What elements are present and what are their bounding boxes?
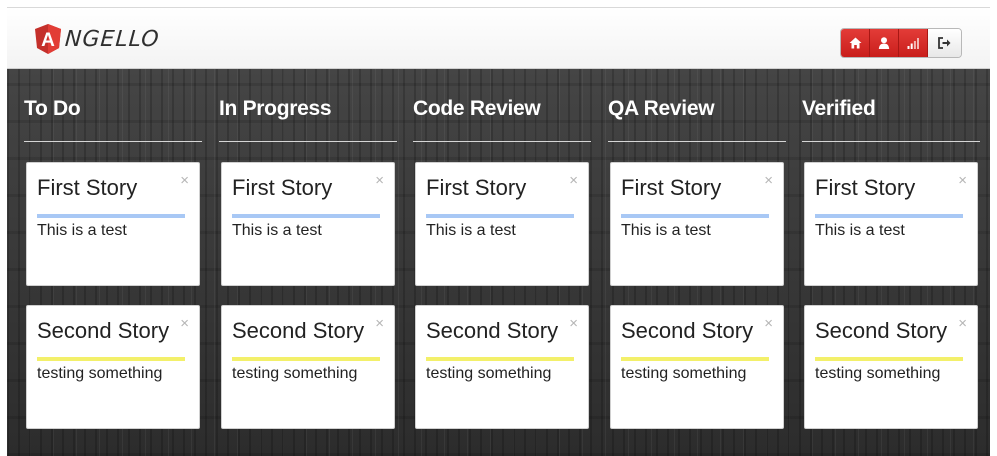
story-description: testing something	[621, 365, 747, 382]
column-divider	[802, 141, 980, 142]
logout-button[interactable]	[928, 29, 961, 57]
story-status-bar	[426, 357, 574, 361]
story-card[interactable]: First Story × This is a test	[610, 162, 784, 286]
angular-shield-icon: A	[34, 23, 62, 55]
story-card[interactable]: First Story × This is a test	[221, 162, 395, 286]
story-title: First Story	[37, 175, 138, 200]
home-button[interactable]	[841, 29, 870, 57]
close-icon[interactable]: ×	[569, 316, 578, 331]
column-title: Verified	[802, 97, 876, 120]
close-icon[interactable]: ×	[569, 173, 578, 188]
column-title: QA Review	[608, 97, 715, 120]
story-card[interactable]: Second Story × testing something	[26, 305, 200, 429]
story-card[interactable]: First Story × This is a test	[415, 162, 589, 286]
story-status-bar	[815, 357, 963, 361]
story-title: First Story	[621, 175, 722, 200]
story-status-bar	[232, 214, 380, 218]
story-title: Second Story	[621, 318, 754, 343]
close-icon[interactable]: ×	[958, 173, 967, 188]
close-icon[interactable]: ×	[958, 316, 967, 331]
story-title: Second Story	[426, 318, 559, 343]
story-status-bar	[815, 214, 963, 218]
close-icon[interactable]: ×	[180, 316, 189, 331]
story-title: First Story	[815, 175, 916, 200]
story-description: This is a test	[232, 222, 322, 239]
column-divider	[24, 141, 202, 142]
story-card[interactable]: Second Story × testing something	[610, 305, 784, 429]
story-description: This is a test	[621, 222, 711, 239]
column-divider	[608, 141, 786, 142]
story-description: testing something	[232, 365, 358, 382]
story-card[interactable]: Second Story × testing something	[804, 305, 978, 429]
story-status-bar	[37, 357, 185, 361]
story-status-bar	[621, 214, 769, 218]
close-icon[interactable]: ×	[764, 173, 773, 188]
nav-button-group	[840, 28, 962, 58]
story-title: Second Story	[815, 318, 948, 343]
story-description: testing something	[815, 365, 941, 382]
kanban-board: To Do First Story × This is a test Secon…	[7, 69, 990, 456]
close-icon[interactable]: ×	[375, 173, 384, 188]
close-icon[interactable]: ×	[764, 316, 773, 331]
logo-text: NGELLO	[64, 26, 161, 52]
column-divider	[413, 141, 591, 142]
story-card[interactable]: Second Story × testing something	[221, 305, 395, 429]
story-description: testing something	[426, 365, 552, 382]
column-divider	[219, 141, 397, 142]
column-title: In Progress	[219, 97, 332, 120]
story-card[interactable]: First Story × This is a test	[804, 162, 978, 286]
user-button[interactable]	[870, 29, 899, 57]
story-description: testing something	[37, 365, 163, 382]
column-title: Code Review	[413, 97, 541, 120]
column-title: To Do	[24, 97, 81, 120]
story-title: First Story	[426, 175, 527, 200]
close-icon[interactable]: ×	[180, 173, 189, 188]
story-card[interactable]: First Story × This is a test	[26, 162, 200, 286]
story-title: First Story	[232, 175, 333, 200]
story-status-bar	[37, 214, 185, 218]
story-description: This is a test	[426, 222, 516, 239]
app-logo[interactable]: A NGELLO	[34, 22, 160, 56]
logout-icon	[938, 37, 951, 49]
story-status-bar	[621, 357, 769, 361]
story-status-bar	[426, 214, 574, 218]
home-icon	[849, 37, 861, 49]
story-title: Second Story	[232, 318, 365, 343]
user-icon	[878, 37, 890, 49]
close-icon[interactable]: ×	[375, 316, 384, 331]
story-status-bar	[232, 357, 380, 361]
top-navbar: A NGELLO	[7, 7, 990, 69]
logo-initial: A	[41, 30, 55, 51]
story-card[interactable]: Second Story × testing something	[415, 305, 589, 429]
story-title: Second Story	[37, 318, 170, 343]
signal-icon	[907, 38, 919, 49]
story-description: This is a test	[815, 222, 905, 239]
story-description: This is a test	[37, 222, 127, 239]
signal-button[interactable]	[899, 29, 928, 57]
